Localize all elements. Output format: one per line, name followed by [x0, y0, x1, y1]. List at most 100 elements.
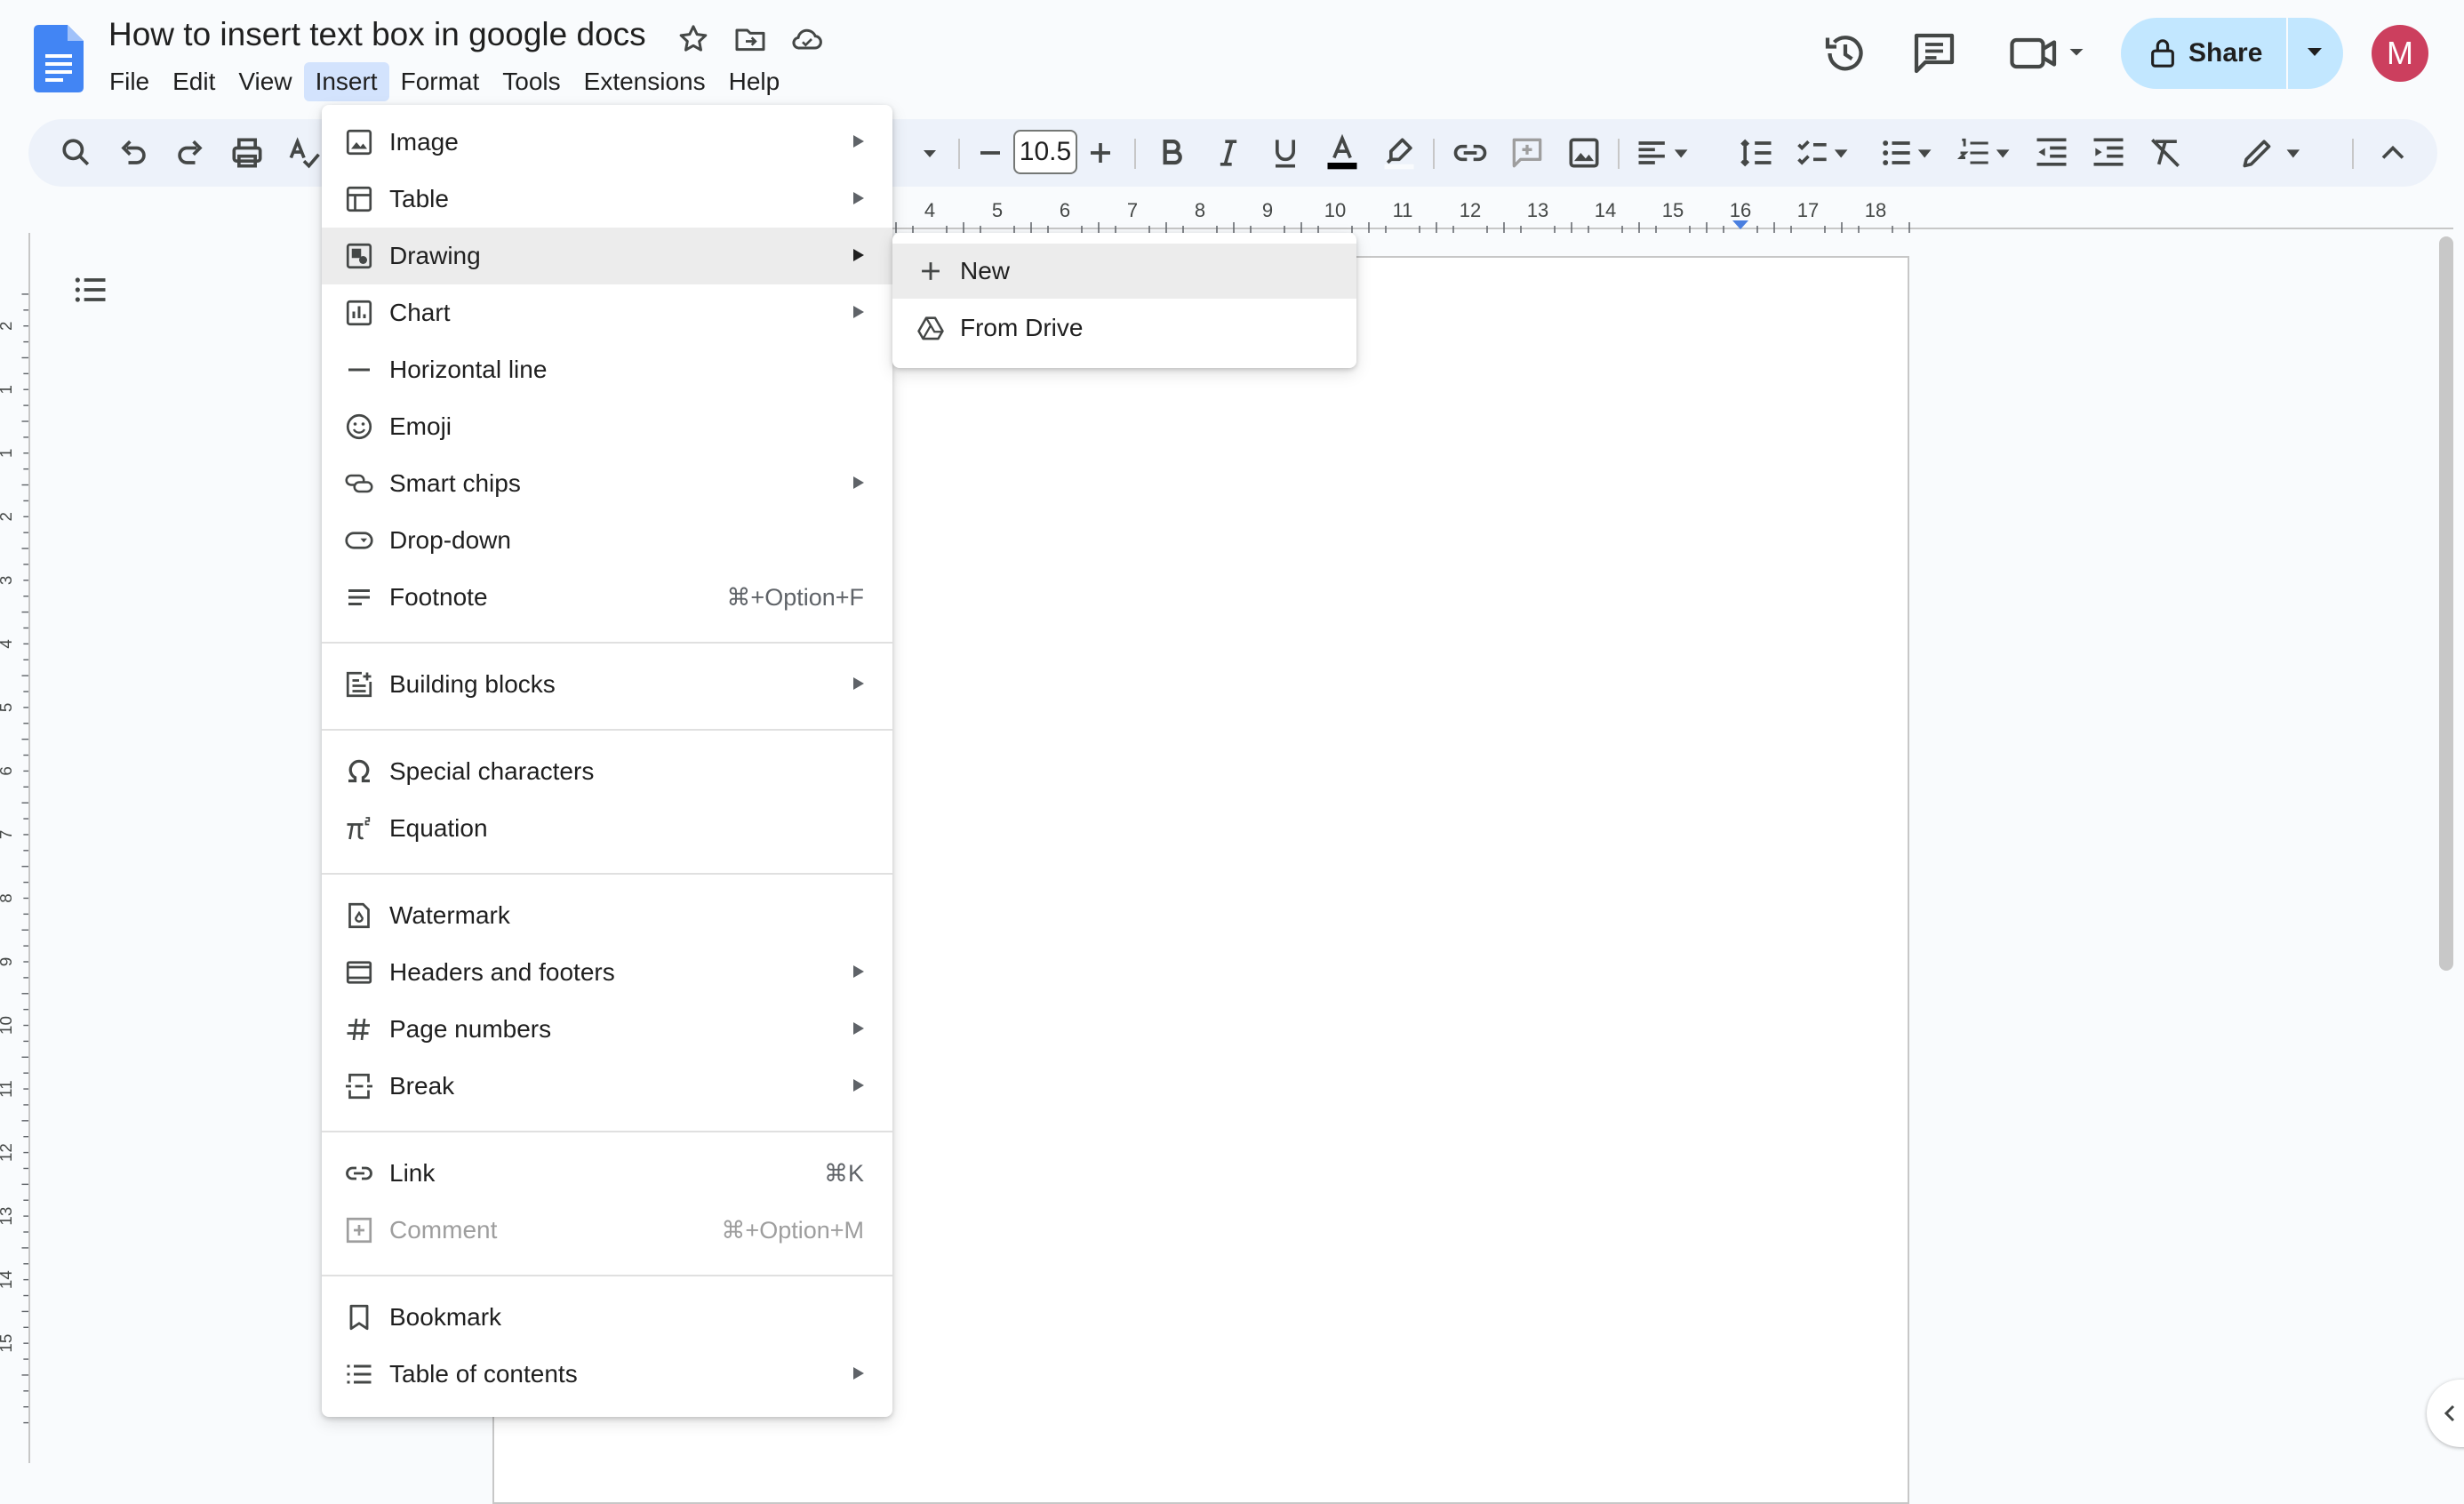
collapse-toolbar-icon[interactable]	[2373, 133, 2412, 172]
increase-font-size-icon[interactable]	[1081, 133, 1120, 172]
ruler-label: 17	[1797, 199, 1819, 221]
menu-item-label: Table	[389, 185, 449, 212]
menu-item-watermark[interactable]: Watermark	[322, 887, 892, 944]
ruler-label: 12	[1460, 199, 1481, 221]
menu-item-bookmark[interactable]: Bookmark	[322, 1289, 892, 1346]
ruler-label: 13	[1527, 199, 1548, 221]
vertical-scrollbar[interactable]	[2439, 236, 2453, 971]
menu-extensions[interactable]: Extensions	[572, 62, 717, 101]
star-icon[interactable]	[676, 21, 711, 57]
decrease-font-size-icon[interactable]	[971, 133, 1010, 172]
menu-tools[interactable]: Tools	[491, 62, 572, 101]
align-icon[interactable]	[1634, 133, 1692, 172]
increase-indent-icon[interactable]	[2089, 133, 2128, 172]
comment-add-icon	[343, 1214, 375, 1246]
menu-item-equation[interactable]: Equation	[322, 800, 892, 857]
menu-item-footnote[interactable]: Footnote ⌘+Option+F	[322, 569, 892, 626]
checklist-icon[interactable]	[1794, 133, 1852, 172]
italic-icon[interactable]	[1209, 133, 1248, 172]
ruler-label: 3	[0, 576, 15, 585]
menu-item-page-numbers[interactable]: Page numbers	[322, 1001, 892, 1058]
menu-edit[interactable]: Edit	[161, 62, 227, 101]
font-dropdown-caret-icon[interactable]	[914, 133, 946, 172]
menu-item-label: Smart chips	[389, 469, 521, 497]
undo-icon[interactable]	[114, 133, 153, 172]
share-dropdown-button[interactable]	[2286, 18, 2343, 89]
vertical-ruler[interactable]: 21123456789101112131415	[0, 233, 30, 1463]
docs-logo-icon[interactable]	[34, 25, 84, 92]
menu-file[interactable]: File	[98, 62, 161, 101]
menu-help[interactable]: Help	[717, 62, 792, 101]
menu-item-building-blocks[interactable]: Building blocks	[322, 656, 892, 713]
right-indent-marker[interactable]	[1732, 220, 1748, 229]
smart-chips-icon	[343, 468, 375, 500]
horizontal-line-icon	[343, 354, 375, 386]
bold-icon[interactable]	[1152, 133, 1191, 172]
toolbar-divider	[1134, 139, 1136, 169]
submenu-item-new[interactable]: New	[892, 244, 1356, 299]
ruler-label: 6	[0, 766, 15, 775]
menu-insert[interactable]: Insert	[303, 62, 389, 101]
ruler-label: 5	[992, 199, 1003, 221]
redo-icon[interactable]	[171, 133, 210, 172]
document-outline-icon[interactable]	[71, 270, 110, 309]
menu-item-table[interactable]: Table	[322, 171, 892, 228]
menu-item-emoji[interactable]: Emoji	[322, 398, 892, 455]
menu-item-label: Image	[389, 128, 459, 156]
numbered-list-icon[interactable]	[1956, 133, 2014, 172]
bulleted-list-icon[interactable]	[1877, 133, 1936, 172]
submenu-arrow-icon	[853, 1367, 864, 1380]
ruler-label: 13	[0, 1207, 15, 1226]
meet-icon[interactable]	[2005, 27, 2094, 80]
ruler-label: 4	[924, 199, 935, 221]
share-button[interactable]: Share	[2121, 18, 2286, 89]
emoji-icon	[343, 411, 375, 443]
move-folder-icon[interactable]	[732, 21, 768, 57]
font-size-input[interactable]: 10.5	[1013, 130, 1077, 174]
ruler-label: 7	[0, 830, 15, 839]
add-comment-icon[interactable]	[1508, 133, 1547, 172]
document-title[interactable]: How to insert text box in google docs	[108, 16, 646, 53]
line-spacing-icon[interactable]	[1737, 133, 1776, 172]
submenu-arrow-icon	[853, 476, 864, 489]
decrease-indent-icon[interactable]	[2032, 133, 2071, 172]
menu-item-smart-chips[interactable]: Smart chips	[322, 455, 892, 512]
avatar[interactable]: M	[2372, 25, 2428, 82]
cloud-saved-icon[interactable]	[789, 21, 825, 57]
menu-item-special-characters[interactable]: Special characters	[322, 743, 892, 800]
insert-link-icon[interactable]	[1451, 133, 1490, 172]
text-color-icon[interactable]	[1323, 133, 1362, 172]
clear-formatting-icon[interactable]	[2146, 133, 2185, 172]
menu-item-shortcut: ⌘+Option+M	[721, 1217, 864, 1244]
menu-item-horizontal-line[interactable]: Horizontal line	[322, 341, 892, 398]
ruler-label: 5	[0, 703, 15, 712]
menu-item-headers-and-footers[interactable]: Headers and footers	[322, 944, 892, 1001]
editing-mode-icon[interactable]	[2238, 133, 2309, 172]
version-history-icon[interactable]	[1819, 27, 1872, 80]
menu-item-drawing[interactable]: Drawing	[322, 228, 892, 284]
menu-item-chart[interactable]: Chart	[322, 284, 892, 341]
highlight-color-icon[interactable]	[1380, 133, 1419, 172]
bookmark-icon	[343, 1301, 375, 1333]
menu-item-drop-down[interactable]: Drop-down	[322, 512, 892, 569]
search-menus-icon[interactable]	[57, 133, 96, 172]
underline-icon[interactable]	[1266, 133, 1305, 172]
menu-item-break[interactable]: Break	[322, 1058, 892, 1115]
insert-image-icon[interactable]	[1564, 133, 1604, 172]
menu-item-table-of-contents[interactable]: Table of contents	[322, 1346, 892, 1403]
menu-item-image[interactable]: Image	[322, 114, 892, 171]
menu-format[interactable]: Format	[389, 62, 492, 101]
menu-view[interactable]: View	[227, 62, 303, 101]
ruler-label: 1	[0, 385, 15, 394]
comments-icon[interactable]	[1908, 27, 1961, 80]
spellcheck-icon[interactable]	[284, 133, 324, 172]
menu-item-link[interactable]: Link ⌘K	[322, 1145, 892, 1202]
horizontal-ruler[interactable]: 4 5 6 7 8 9 10 11 12 13 14 15 16 17 18	[889, 194, 1920, 233]
share-label: Share	[2188, 38, 2263, 68]
side-panel-toggle[interactable]	[2427, 1380, 2464, 1447]
menu-divider	[322, 729, 892, 731]
submenu-item-from-drive[interactable]: From Drive	[892, 300, 1356, 356]
menu-item-label: Building blocks	[389, 670, 556, 698]
ruler-label: 8	[0, 893, 15, 902]
print-icon[interactable]	[228, 133, 267, 172]
